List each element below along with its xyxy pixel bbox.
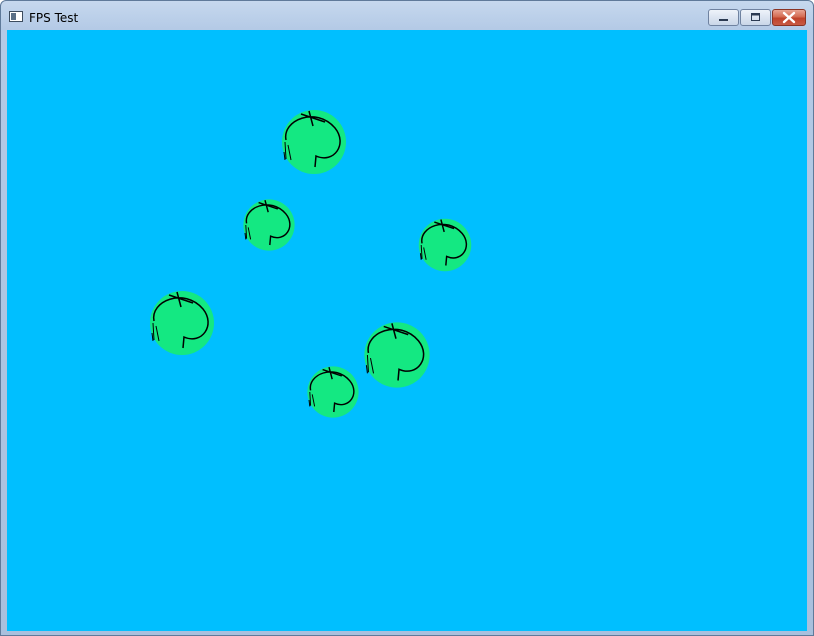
close-button[interactable] [772, 9, 806, 26]
close-icon [782, 11, 796, 24]
ball [307, 366, 359, 418]
application-icon[interactable] [9, 11, 23, 22]
title-bar[interactable]: FPS Test [1, 1, 813, 31]
ball [243, 199, 295, 251]
maximize-button[interactable] [740, 9, 771, 26]
ball [282, 110, 346, 174]
minimize-icon [719, 19, 728, 21]
scene-svg [7, 30, 807, 631]
render-canvas[interactable] [7, 30, 807, 631]
window-title: FPS Test [29, 11, 79, 25]
minimize-button[interactable] [708, 9, 739, 26]
app-window: FPS Test [0, 0, 814, 636]
ball [418, 218, 472, 272]
ball [150, 291, 214, 355]
ball [364, 322, 430, 388]
maximize-icon [751, 13, 760, 21]
